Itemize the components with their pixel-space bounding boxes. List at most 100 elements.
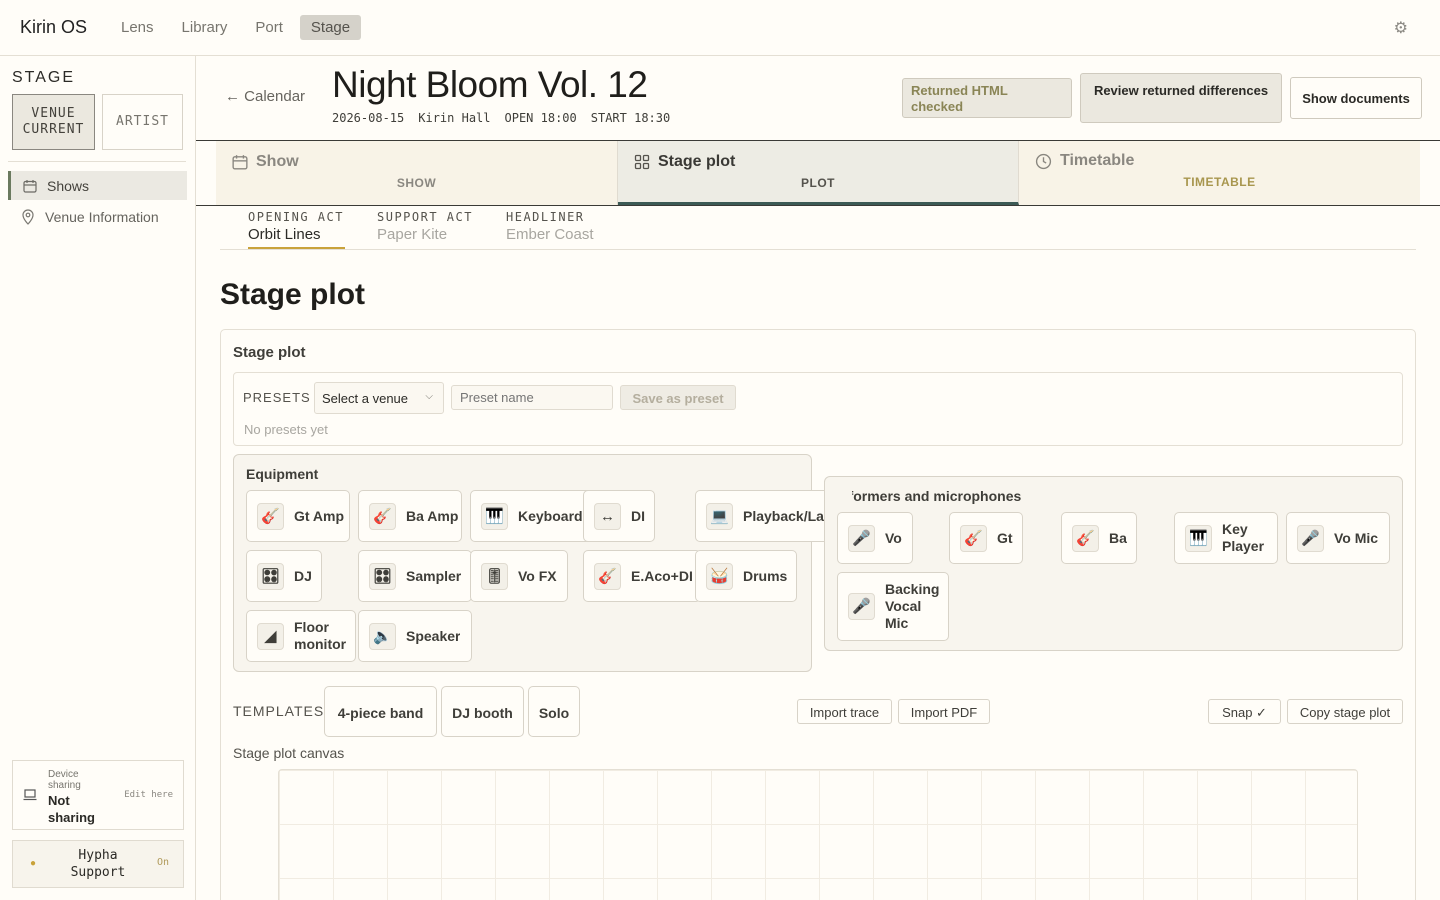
- microphone-icon: 🎤: [848, 524, 875, 552]
- status-dot-icon: ●: [30, 858, 37, 869]
- chip-label: Vo FX: [518, 567, 557, 584]
- mode-artist-button[interactable]: ARTIST: [102, 94, 183, 150]
- card-title: Stage plot: [233, 344, 306, 361]
- act-name: Orbit Lines: [248, 226, 321, 243]
- performer-chip-ba[interactable]: 🎸 Ba: [1061, 512, 1137, 564]
- mode-venue-label: VENUE CURRENT: [22, 106, 85, 137]
- device-sharing-status: Not sharing: [48, 793, 95, 825]
- template-solo-button[interactable]: Solo: [528, 686, 580, 737]
- device-sharing-label: Device sharing: [48, 769, 81, 791]
- fader-icon: 🎚: [481, 562, 508, 590]
- show-documents-button[interactable]: Show documents: [1290, 77, 1422, 119]
- performer-chip-gt[interactable]: 🎸 Gt: [949, 512, 1023, 564]
- act-name: Ember Coast: [506, 226, 594, 243]
- act-tab-headliner[interactable]: HEADLINER Ember Coast: [506, 210, 594, 243]
- act-role: HEADLINER: [506, 210, 585, 224]
- laptop-icon: [23, 789, 37, 801]
- device-sharing-card[interactable]: Device sharing Not sharing Edit here: [12, 760, 184, 830]
- equipment-chip-speaker[interactable]: 🔈 Speaker: [358, 610, 472, 662]
- chip-label: Vo Mic: [1334, 529, 1379, 546]
- preset-name-input[interactable]: [451, 385, 613, 410]
- performers-title: Performers and microphones: [852, 488, 1052, 504]
- chevron-down-icon: ⌵: [425, 391, 433, 402]
- chip-label: Gt Amp: [294, 507, 345, 524]
- equipment-chip-floor-monitor[interactable]: ◢ Floor monitor: [246, 610, 356, 662]
- section-title: Stage plot: [220, 278, 366, 311]
- chip-label: Speaker: [406, 627, 461, 644]
- calendar-icon: [232, 155, 248, 170]
- copy-stage-plot-button[interactable]: Copy stage plot: [1287, 699, 1403, 724]
- keyboard-icon: 🎹: [481, 502, 508, 530]
- mixer-icon: 🎛: [369, 562, 396, 590]
- review-differences-button[interactable]: Review returned differences: [1080, 73, 1282, 123]
- equipment-chip-di[interactable]: ↔ DI: [583, 490, 655, 542]
- mode-venue-button[interactable]: VENUE CURRENT: [12, 94, 95, 150]
- template-4-piece-band-button[interactable]: 4-piece band: [324, 686, 437, 737]
- guitar-icon: 🎸: [257, 502, 284, 530]
- tabs-bottom-border: [196, 205, 1440, 206]
- equipment-chip-drums[interactable]: 🥁 Drums: [695, 550, 797, 602]
- equipment-chip-playback-laptop[interactable]: 💻Playback/Laptop: [695, 490, 840, 542]
- grid-icon: [634, 154, 650, 170]
- chip-label: Gt: [997, 529, 1013, 546]
- equipment-chip-vo-fx[interactable]: 🎚 Vo FX: [470, 550, 568, 602]
- nav-port[interactable]: Port: [244, 15, 294, 40]
- tab-label: Stage plot: [658, 153, 736, 170]
- page-title: Night Bloom Vol. 12: [332, 64, 648, 105]
- tab-stage-plot[interactable]: Stage plot PLOT: [618, 141, 1019, 205]
- tab-label: Timetable: [1060, 152, 1135, 169]
- microphone-icon: 🎤: [848, 593, 875, 620]
- templates-label: TEMPLATES: [233, 703, 325, 719]
- equipment-chip-dj[interactable]: 🎛 DJ: [246, 550, 322, 602]
- gear-icon[interactable]: ⚙: [1394, 18, 1408, 38]
- tab-sublabel: TIMETABLE: [1183, 175, 1256, 189]
- tab-show[interactable]: Show SHOW: [216, 141, 618, 205]
- import-pdf-button[interactable]: Import PDF: [898, 699, 990, 724]
- stage-plot-canvas[interactable]: [278, 769, 1358, 900]
- performer-chip-key-player[interactable]: 🎹 Key Player: [1174, 512, 1278, 564]
- venue-select[interactable]: Select a venue ⌵: [314, 382, 444, 414]
- back-to-calendar-link[interactable]: ← Calendar: [225, 88, 305, 105]
- equipment-chip-gt-amp[interactable]: 🎸 Gt Amp: [246, 490, 350, 542]
- chip-label: Ba: [1109, 529, 1127, 546]
- import-trace-button[interactable]: Import trace: [797, 699, 892, 724]
- presets-label: PRESETS: [243, 390, 311, 405]
- laptop-icon: 💻: [706, 502, 733, 530]
- arrows-icon: ↔: [594, 502, 621, 530]
- support-toggle[interactable]: ● Hypha Support On: [12, 840, 184, 888]
- sidebar-divider: [8, 161, 186, 162]
- sidebar-item-label: Venue Information: [45, 208, 159, 225]
- sidebar-item-shows[interactable]: Shows: [8, 171, 187, 200]
- performer-chip-vo-mic[interactable]: 🎤 Vo Mic: [1286, 512, 1390, 564]
- performer-chip-backing-vocal-mic[interactable]: 🎤 Backing Vocal Mic: [837, 572, 949, 641]
- support-label: Hypha Support: [70, 848, 126, 880]
- nav-lens[interactable]: Lens: [110, 15, 165, 40]
- tab-timetable[interactable]: Timetable TIMETABLE: [1019, 141, 1420, 205]
- nav-stage[interactable]: Stage: [299, 15, 362, 40]
- equipment-chip-e-aco-di[interactable]: 🎸 E.Aco+DI: [583, 550, 701, 602]
- equipment-title: Equipment: [246, 466, 319, 482]
- top-nav: Lens Library Port Stage: [110, 15, 362, 40]
- chip-label: Backing Vocal Mic: [885, 581, 940, 631]
- sidebar-item-venue-information[interactable]: Venue Information: [8, 202, 187, 231]
- device-edit-link[interactable]: Edit here: [124, 790, 173, 800]
- snap-toggle[interactable]: Snap ✓: [1208, 699, 1281, 724]
- show-start-time: START 18:30: [590, 111, 671, 125]
- top-bar: Kirin OS Lens Library Port Stage ⚙: [0, 0, 1440, 56]
- equipment-chip-ba-amp[interactable]: 🎸 Ba Amp: [358, 490, 462, 542]
- show-meta: 2026-08-15 Kirin Hall OPEN 18:00 START 1…: [332, 111, 670, 125]
- app-brand[interactable]: Kirin OS: [20, 17, 87, 38]
- returned-html-checked-button[interactable]: Returned HTML checked: [902, 78, 1072, 118]
- template-dj-booth-button[interactable]: DJ booth: [441, 686, 524, 737]
- save-as-preset-button[interactable]: Save as preset: [620, 385, 736, 410]
- equipment-chip-sampler[interactable]: 🎛 Sampler: [358, 550, 472, 602]
- act-tab-opening[interactable]: OPENING ACT Orbit Lines: [248, 210, 344, 243]
- guitar-icon: 🎸: [960, 524, 987, 552]
- keyboard-icon: 🎹: [1185, 524, 1212, 552]
- equipment-chip-keyboard[interactable]: 🎹 Keyboard: [470, 490, 595, 542]
- tab-sublabel: SHOW: [396, 176, 437, 190]
- nav-library[interactable]: Library: [171, 15, 239, 40]
- acts-divider: [220, 249, 1416, 250]
- act-tab-support[interactable]: SUPPORT ACT Paper Kite: [377, 210, 473, 243]
- performer-chip-vo[interactable]: 🎤 Vo: [837, 512, 913, 564]
